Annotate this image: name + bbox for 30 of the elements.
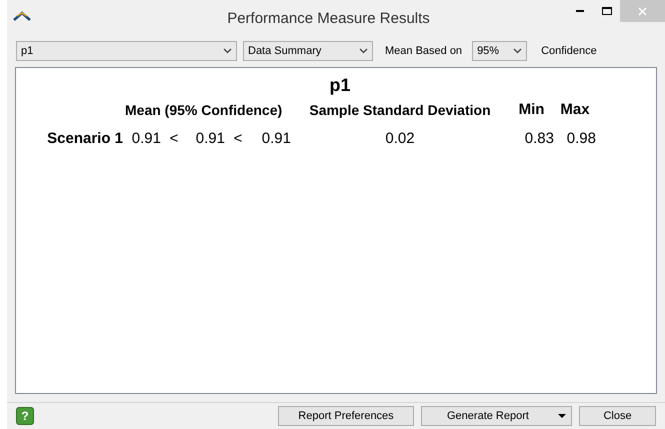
- table-cell-text: 0.98: [566, 128, 596, 148]
- app-logo-icon: [13, 11, 31, 21]
- mean-label: Mean Based on: [385, 44, 462, 59]
- column-header: Sample Standard Deviation: [308, 100, 492, 120]
- chevron-icon: [223, 48, 232, 54]
- column-header: Max: [559, 100, 591, 120]
- table-cell-text: <: [232, 128, 244, 148]
- chevron-icon: [359, 48, 368, 54]
- report-preferences-button[interactable]: Report Preferences: [278, 406, 414, 426]
- table-cell-text: 0.91: [130, 128, 161, 148]
- table-cell-text: 0.83: [524, 128, 554, 148]
- table-cell-text: 0.02: [384, 128, 416, 148]
- caret-icon: [558, 414, 566, 418]
- report-title: p1: [328, 74, 352, 97]
- close-dialog-button[interactable]: Close: [579, 406, 656, 426]
- table-cell-text: <: [168, 128, 180, 148]
- column-header: Mean (95% Confidence): [125, 100, 282, 120]
- measure-select[interactable]: p1: [16, 41, 237, 61]
- table-cell-text: 0.91: [194, 128, 225, 148]
- help-button[interactable]: ?: [16, 407, 34, 425]
- row-label: Scenario 1: [46, 128, 123, 148]
- table-cell-text: 0.91: [260, 128, 291, 148]
- column-header: Min: [518, 100, 546, 120]
- confidence-label: Confidence: [541, 44, 597, 59]
- close-icon: [638, 6, 647, 16]
- view-select[interactable]: Data Summary: [243, 41, 373, 61]
- window-title: Performance Measure Results: [227, 8, 430, 29]
- chevron-icon: [513, 48, 522, 54]
- generate-report-button[interactable]: Generate Report: [421, 406, 572, 426]
- confidence-select[interactable]: 95%: [472, 41, 528, 61]
